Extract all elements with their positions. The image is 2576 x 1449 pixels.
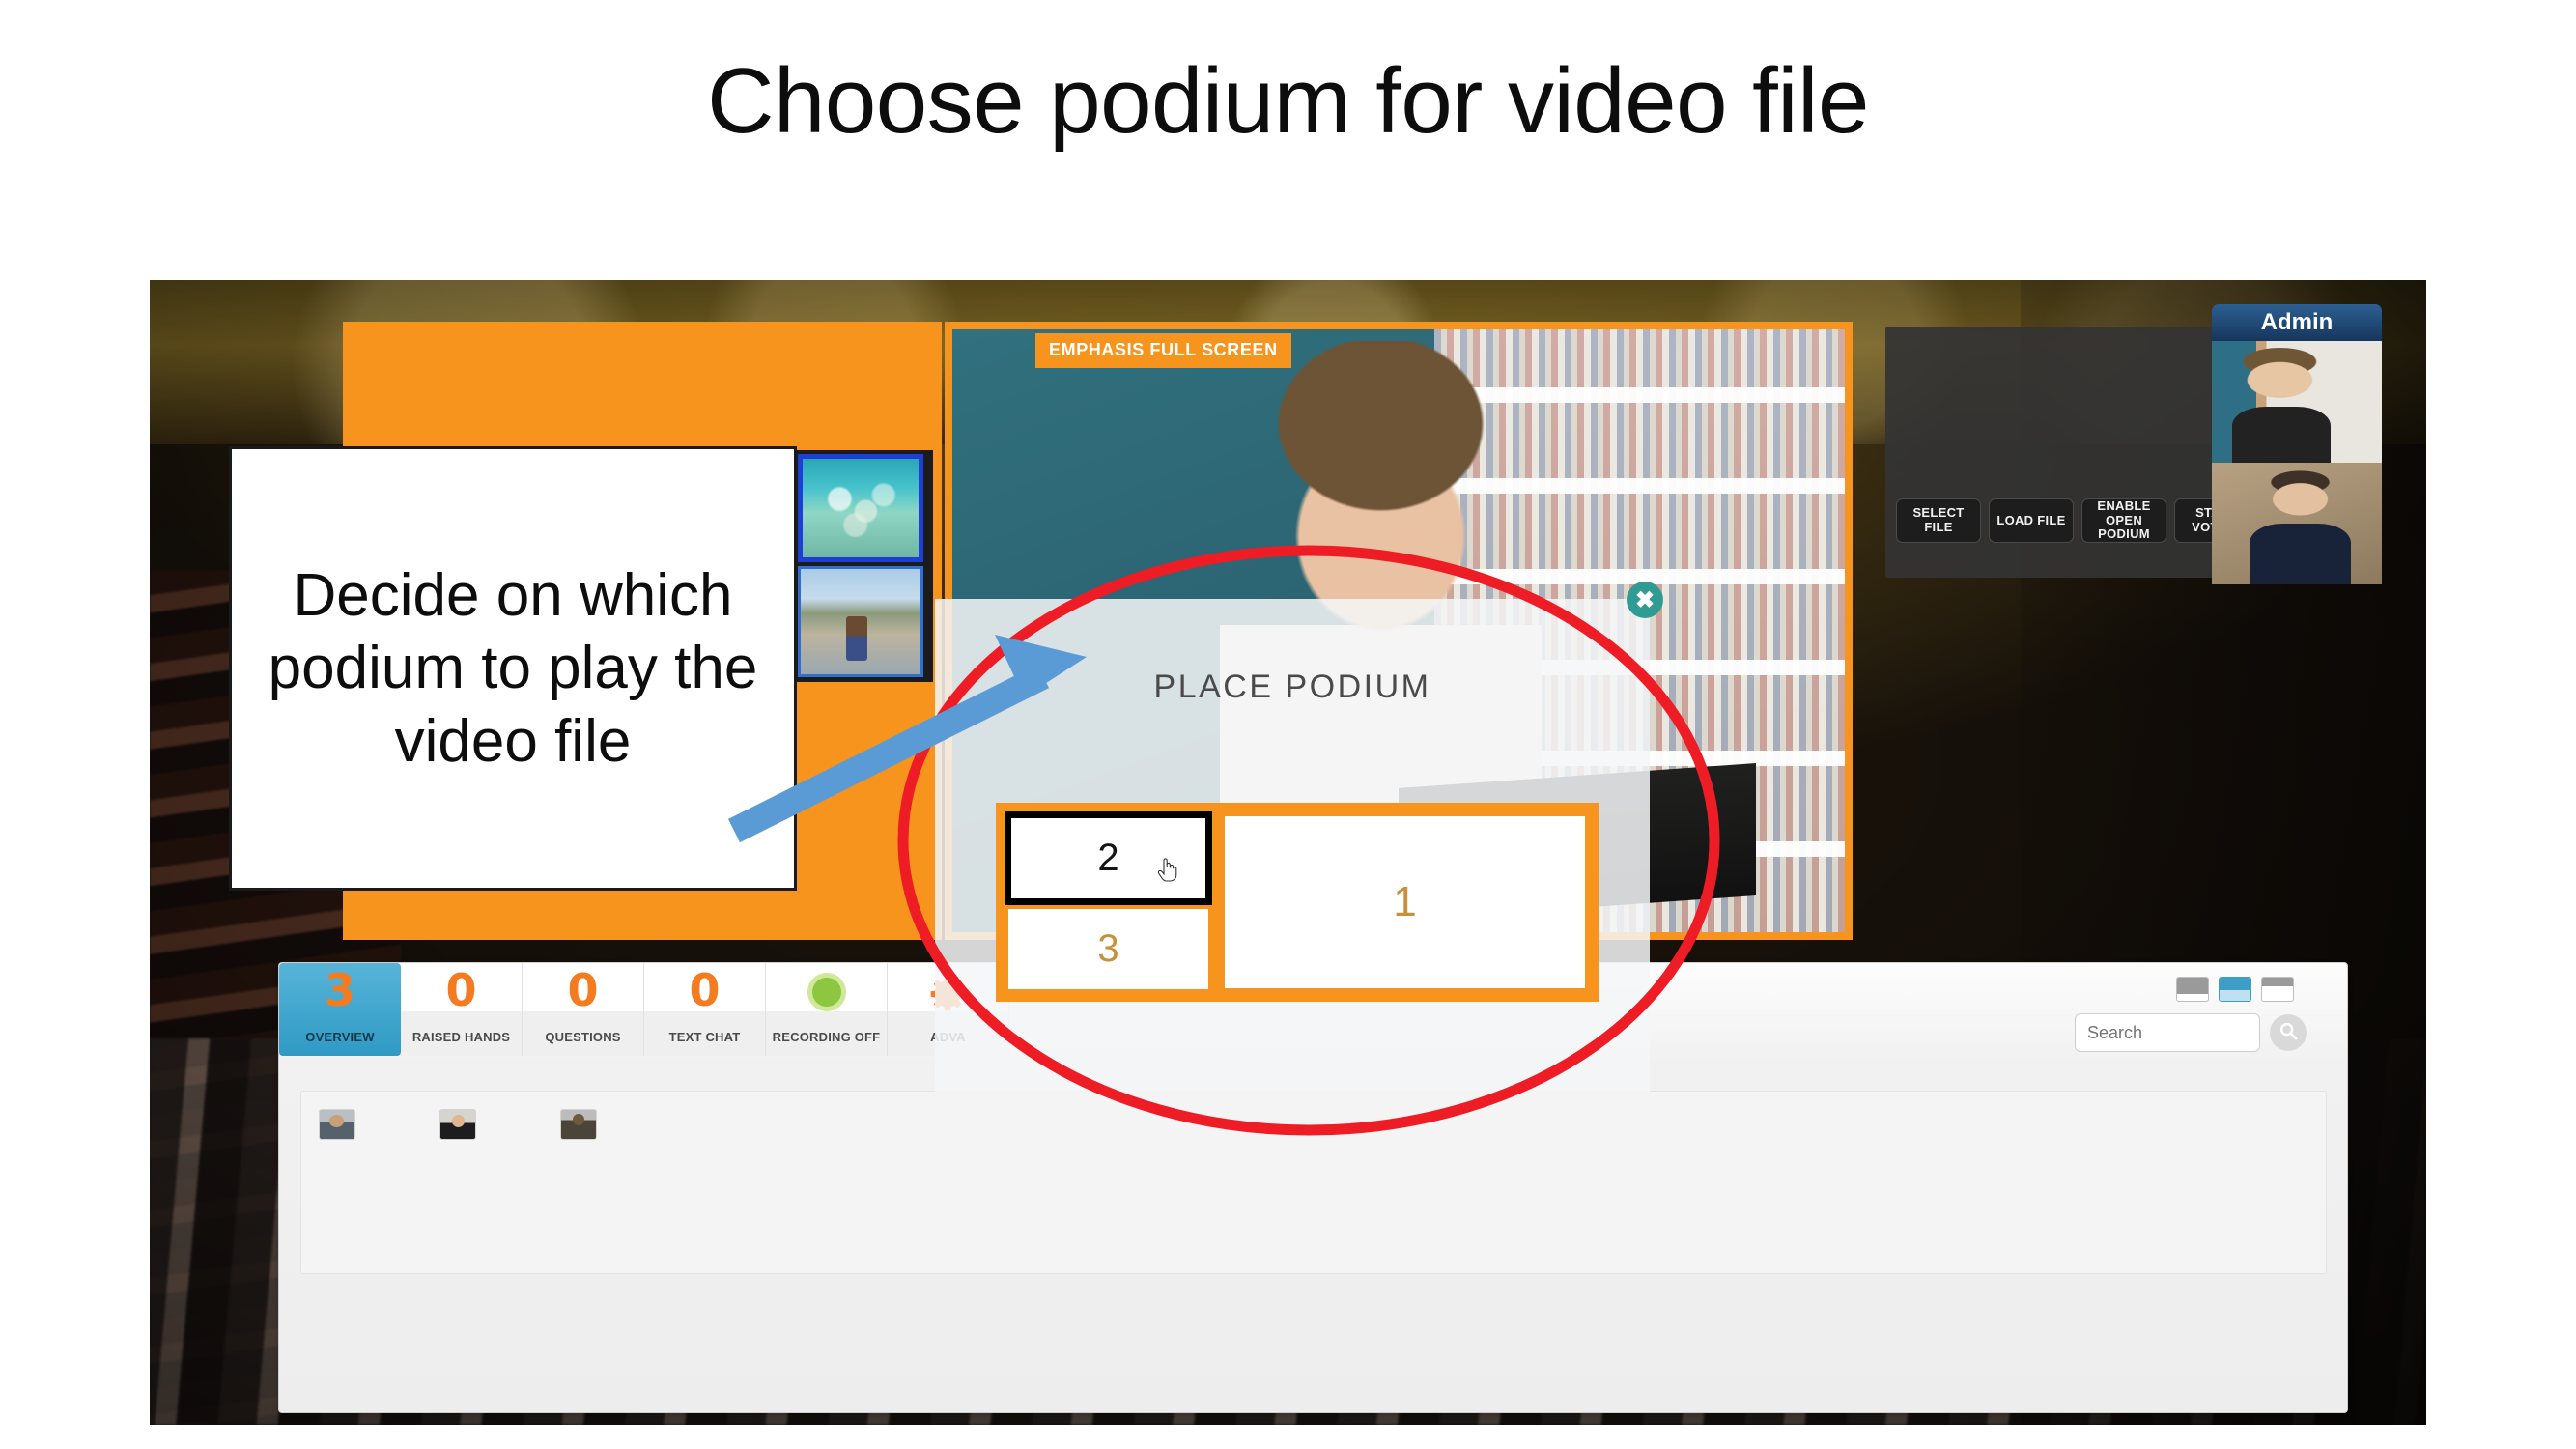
stat-recording-label: RECORDING OFF [772,1030,881,1044]
podium-layout-grid: 2 3 1 [996,803,1599,1002]
enable-open-podium-button[interactable]: ENABLE OPEN PODIUM [2081,498,2166,543]
place-podium-title: PLACE PODIUM [1153,668,1431,705]
stat-text-chat[interactable]: 0 TEXT CHAT [644,963,766,1056]
admin-cam-1[interactable] [2212,341,2382,463]
thumbnail-coral-reef[interactable] [798,454,923,562]
podium-left-column: 2 3 [1005,811,1212,993]
view-mode-toggles [2176,977,2294,1002]
view-toggle-grid[interactable] [2219,977,2251,1002]
podium-cell-3[interactable]: 3 [1005,905,1212,993]
slide-root: Choose podium for video file EMPHASIS FU… [0,0,2576,1449]
load-file-button[interactable]: LOAD FILE [1989,498,2074,543]
page-title: Choose podium for video file [707,49,1869,153]
place-podium-modal: ✖ PLACE PODIUM 2 3 1 [935,582,1663,1092]
podium-cell-1-label: 1 [1393,878,1417,925]
emphasis-full-screen-badge: EMPHASIS FULL SCREEN [1035,333,1291,368]
callout-text: Decide on which podium to play the video… [268,561,758,775]
participant-thumb-1[interactable] [319,1109,355,1140]
podium-cell-1[interactable]: 1 [1220,811,1590,993]
stat-text-chat-value: 0 [689,964,721,1016]
stat-text-chat-label: TEXT CHAT [668,1030,741,1044]
view-toggle-compact[interactable] [2261,977,2294,1002]
stat-bar: 3 OVERVIEW 0 RAISED HANDS 0 QUESTIONS 0 … [279,963,1009,1056]
participant-thumb-2[interactable] [439,1109,476,1140]
stat-questions-label: QUESTIONS [545,1030,621,1044]
podium-cell-2-label: 2 [1097,837,1119,879]
podium-cell-3-label: 3 [1097,927,1119,970]
green-status-dot-icon [807,973,846,1011]
podium-cell-2[interactable]: 2 [1005,811,1212,905]
callout-box: Decide on which podium to play the video… [229,446,797,891]
stat-raised-hands-value: 0 [445,964,477,1016]
stat-overview-value: 3 [324,964,355,1016]
participant-thumb-3[interactable] [560,1109,597,1140]
stat-raised-hands[interactable]: 0 RAISED HANDS [401,963,523,1056]
search-input[interactable] [2075,1013,2260,1052]
stat-overview[interactable]: 3 OVERVIEW [279,963,401,1056]
slide-thumbnail-stack[interactable] [795,450,933,682]
search-button[interactable] [2270,1014,2307,1051]
admin-webcam-column: Admin [2212,304,2382,584]
thumbnail-beach-scene[interactable] [798,566,923,677]
search-icon [2278,1020,2299,1046]
admin-cam-2[interactable] [2212,463,2382,584]
stat-questions-value: 0 [567,964,599,1016]
search-area [2075,1013,2307,1052]
select-file-button[interactable]: SELECT FILE [1896,498,1981,543]
view-toggle-list[interactable] [2176,977,2209,1002]
stat-questions[interactable]: 0 QUESTIONS [523,963,644,1056]
rack-button-group: SELECT FILE LOAD FILE ENABLE OPEN PODIUM… [1896,498,2259,543]
stat-recording[interactable]: RECORDING OFF [766,963,888,1056]
pointer-hand-cursor-icon [1157,848,1178,882]
participants-row [319,1109,597,1140]
participants-panel [300,1091,2327,1274]
close-icon[interactable]: ✖ [1627,582,1663,618]
stat-raised-hands-label: RAISED HANDS [411,1030,511,1044]
admin-label: Admin [2212,304,2382,341]
stat-overview-label: OVERVIEW [305,1030,375,1044]
